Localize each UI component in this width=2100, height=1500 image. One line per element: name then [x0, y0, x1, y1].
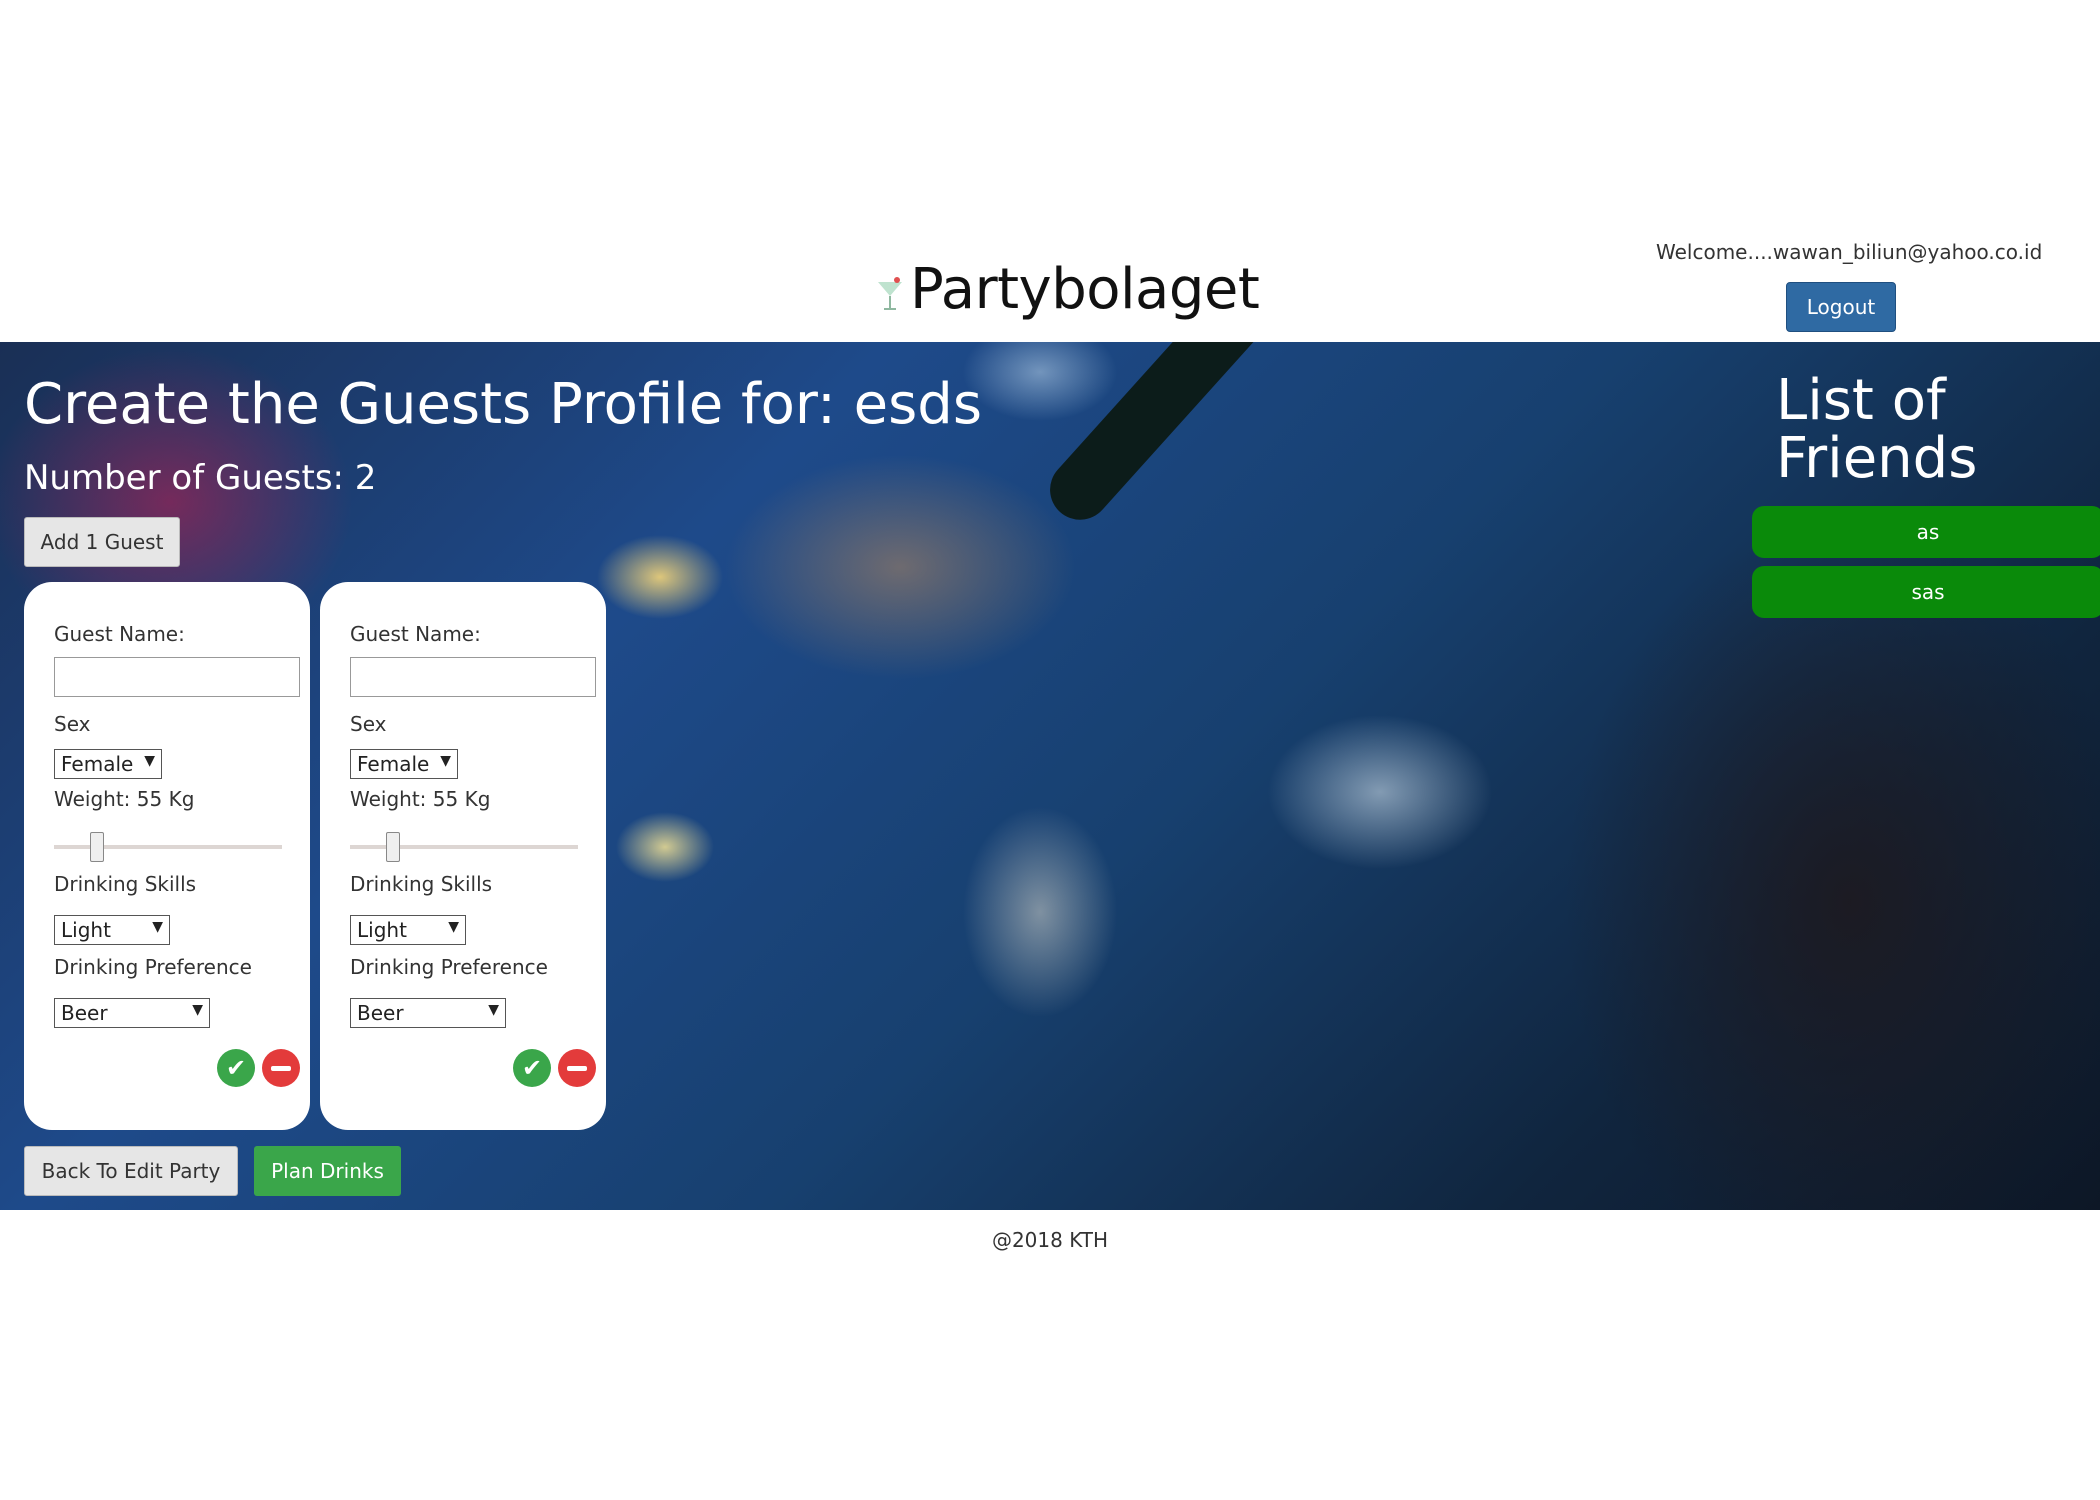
drinking-skills-select[interactable]: Light ▼ — [350, 915, 466, 945]
dropdown-arrow-icon: ▼ — [448, 919, 459, 935]
guest-name-label: Guest Name: — [54, 622, 185, 646]
drinking-preference-label: Drinking Preference — [350, 955, 548, 979]
dropdown-arrow-icon: ▼ — [192, 1002, 203, 1018]
cocktail-glass-icon — [878, 277, 902, 310]
checkmark-icon: ✔ — [225, 1054, 247, 1082]
guest-card: Guest Name: Sex Female ▼ Weight: 55 Kg D… — [24, 582, 310, 1130]
weight-label: Weight: 55 Kg — [54, 787, 195, 811]
add-guest-button[interactable]: Add 1 Guest — [24, 517, 180, 567]
weight-slider-thumb[interactable] — [90, 832, 104, 862]
guest-card: Guest Name: Sex Female ▼ Weight: 55 Kg D… — [320, 582, 606, 1130]
drinking-preference-select-value: Beer — [61, 1001, 108, 1025]
guest-name-input[interactable] — [350, 657, 596, 697]
drinking-skills-label: Drinking Skills — [54, 872, 197, 896]
friends-list-title: List of Friends — [1776, 368, 1978, 491]
dropdown-arrow-icon: ▼ — [144, 753, 155, 769]
drinking-preference-select[interactable]: Beer ▼ — [54, 998, 210, 1028]
sex-label: Sex — [350, 712, 387, 736]
footer-copyright: @2018 KTH — [991, 1228, 1109, 1252]
guest-name-label: Guest Name: — [350, 622, 481, 646]
dropdown-arrow-icon: ▼ — [488, 1002, 499, 1018]
remove-guest-button[interactable] — [558, 1049, 596, 1087]
back-to-edit-party-button[interactable]: Back To Edit Party — [24, 1146, 238, 1196]
minus-icon — [567, 1065, 587, 1071]
background-photo — [1037, 342, 1284, 533]
minus-icon — [271, 1065, 291, 1071]
drinking-skills-select-value: Light — [61, 918, 111, 942]
page-title: Create the Guests Profile for: esds — [24, 372, 982, 437]
logout-button[interactable]: Logout — [1786, 282, 1896, 332]
weight-slider-thumb[interactable] — [386, 832, 400, 862]
drinking-preference-select-value: Beer — [357, 1001, 404, 1025]
sex-select-value: Female — [357, 752, 430, 776]
hero-section: Create the Guests Profile for: esds Numb… — [0, 342, 2100, 1210]
dropdown-arrow-icon: ▼ — [440, 753, 451, 769]
guest-count: Number of Guests: 2 — [24, 458, 377, 498]
sex-select[interactable]: Female ▼ — [350, 749, 458, 779]
brand-name: Partybolaget — [910, 257, 1260, 322]
sex-label: Sex — [54, 712, 91, 736]
sex-select[interactable]: Female ▼ — [54, 749, 162, 779]
friend-item[interactable]: as — [1752, 506, 2100, 558]
drinking-skills-label: Drinking Skills — [350, 872, 493, 896]
confirm-guest-button[interactable]: ✔ — [513, 1049, 551, 1087]
plan-drinks-button[interactable]: Plan Drinks — [254, 1146, 401, 1196]
dropdown-arrow-icon: ▼ — [152, 919, 163, 935]
weight-slider-track[interactable] — [54, 845, 282, 849]
checkmark-icon: ✔ — [521, 1054, 543, 1082]
drinking-preference-select[interactable]: Beer ▼ — [350, 998, 506, 1028]
weight-label: Weight: 55 Kg — [350, 787, 491, 811]
drinking-preference-label: Drinking Preference — [54, 955, 252, 979]
drinking-skills-select-value: Light — [357, 918, 407, 942]
remove-guest-button[interactable] — [262, 1049, 300, 1087]
friend-item[interactable]: sas — [1752, 566, 2100, 618]
confirm-guest-button[interactable]: ✔ — [217, 1049, 255, 1087]
guest-name-input[interactable] — [54, 657, 300, 697]
drinking-skills-select[interactable]: Light ▼ — [54, 915, 170, 945]
welcome-message: Welcome....wawan_biliun@yahoo.co.id — [1656, 240, 2043, 264]
sex-select-value: Female — [61, 752, 134, 776]
weight-slider[interactable] — [350, 832, 578, 862]
weight-slider[interactable] — [54, 832, 282, 862]
brand-logo[interactable]: Partybolaget — [874, 257, 1260, 322]
weight-slider-track[interactable] — [350, 845, 578, 849]
